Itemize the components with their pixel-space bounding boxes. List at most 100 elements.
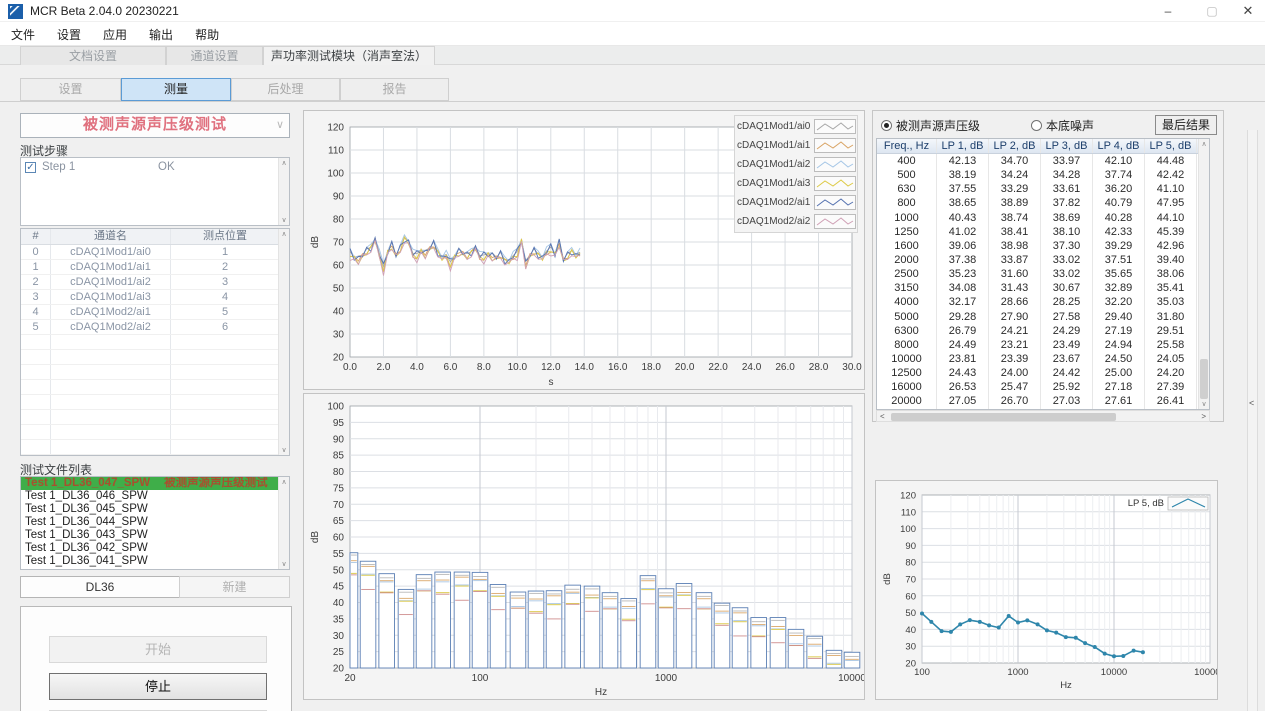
list-item[interactable]: Test 1_DL36_043_SPW bbox=[21, 529, 289, 542]
svg-text:65: 65 bbox=[333, 516, 345, 527]
table-row[interactable]: 500029.2827.9027.5829.4031.80 bbox=[877, 310, 1209, 324]
checkbox-checked-icon[interactable]: ✓ bbox=[25, 162, 36, 173]
table-row[interactable]: 630026.7924.2124.2927.1929.51 bbox=[877, 324, 1209, 338]
legend-entry[interactable]: cDAQ1Mod1/ai0 bbox=[737, 117, 855, 136]
svg-text:4.0: 4.0 bbox=[410, 362, 424, 373]
legend-line-sample bbox=[814, 214, 856, 229]
main-tab-1[interactable]: 通道设置 bbox=[166, 46, 263, 65]
value-cell: 24.42 bbox=[1041, 366, 1093, 380]
scrollbar[interactable]: ∧ ∨ bbox=[278, 477, 289, 569]
cell-position: 5 bbox=[171, 305, 279, 319]
list-item[interactable]: Test 1_DL36_045_SPW bbox=[21, 503, 289, 516]
minimize-button[interactable]: – bbox=[1148, 0, 1188, 22]
table-row[interactable]: 3cDAQ1Mod1/ai34 bbox=[21, 290, 289, 305]
table-row[interactable]: 315034.0831.4330.6732.8935.41 bbox=[877, 281, 1209, 295]
scrollbar-thumb[interactable] bbox=[1200, 359, 1208, 399]
table-row[interactable]: 200037.3833.8733.0237.5139.40 bbox=[877, 253, 1209, 267]
scroll-down-icon[interactable]: ∨ bbox=[279, 560, 289, 568]
menu-4[interactable]: 帮助 bbox=[184, 22, 230, 47]
scrollbar[interactable]: ∧ ∨ bbox=[278, 229, 289, 455]
file-name: Test 1_DL36_043_SPW bbox=[25, 529, 148, 542]
close-button[interactable]: ✕ bbox=[1228, 0, 1265, 22]
scroll-up-icon[interactable]: ∧ bbox=[279, 230, 289, 238]
final-result-button[interactable]: 最后结果 bbox=[1155, 115, 1217, 135]
scroll-down-icon[interactable]: ∨ bbox=[1199, 400, 1209, 408]
value-cell: 23.21 bbox=[989, 338, 1041, 352]
list-item[interactable]: Test 1_DL36_042_SPW bbox=[21, 542, 289, 555]
radio-measured-source[interactable]: 被测声源声压级 bbox=[881, 117, 980, 134]
main-tab-0[interactable]: 文档设置 bbox=[20, 46, 166, 65]
cell bbox=[51, 410, 171, 424]
table-row[interactable]: 0cDAQ1Mod1/ai01 bbox=[21, 245, 289, 260]
table-row[interactable]: 400032.1728.6628.2532.2035.03 bbox=[877, 295, 1209, 309]
list-item[interactable]: Test 1_DL36_046_SPW bbox=[21, 490, 289, 503]
sub-tab-3[interactable]: 报告 bbox=[340, 78, 449, 101]
scroll-right-icon[interactable]: > bbox=[1201, 412, 1206, 421]
table-row[interactable]: 2cDAQ1Mod1/ai23 bbox=[21, 275, 289, 290]
level-table[interactable]: Freq., HzLP 1, dBLP 2, dBLP 3, dBLP 4, d… bbox=[876, 138, 1210, 410]
steps-list[interactable]: ✓Step 1OK ∧ ∨ bbox=[20, 157, 290, 226]
scrollbar-thumb[interactable] bbox=[891, 413, 1116, 421]
scroll-left-icon[interactable]: < bbox=[880, 412, 885, 421]
value-cell: 38.74 bbox=[989, 211, 1041, 225]
table-row[interactable]: 5cDAQ1Mod2/ai26 bbox=[21, 320, 289, 335]
legend-entry[interactable]: cDAQ1Mod2/ai1 bbox=[737, 193, 855, 212]
scrollbar[interactable]: ∧ ∨ bbox=[1198, 139, 1209, 409]
menu-1[interactable]: 设置 bbox=[46, 22, 92, 47]
table-row[interactable]: 63037.5533.2933.6136.2041.10 bbox=[877, 182, 1209, 196]
table-row[interactable]: 1250024.4324.0024.4225.0024.20 bbox=[877, 366, 1209, 380]
table-row[interactable]: 800024.4923.2123.4924.9425.58 bbox=[877, 338, 1209, 352]
table-row[interactable]: 1600026.5325.4725.9227.1827.39 bbox=[877, 380, 1209, 394]
list-item[interactable]: Test 1_DL36_047_SPW被测声源声压级测试 bbox=[21, 477, 289, 490]
svg-text:60: 60 bbox=[333, 533, 345, 544]
collapse-left-icon[interactable]: < bbox=[1249, 398, 1254, 408]
scroll-up-icon[interactable]: ∧ bbox=[279, 478, 289, 486]
sub-tab-0[interactable]: 设置 bbox=[20, 78, 121, 101]
scroll-down-icon[interactable]: ∨ bbox=[279, 216, 289, 224]
table-row[interactable]: 2000027.0526.7027.0327.6126.41 bbox=[877, 394, 1209, 408]
list-item[interactable]: Test 1_DL36_041_SPW bbox=[21, 555, 289, 568]
legend-entry[interactable]: cDAQ1Mod1/ai2 bbox=[737, 155, 855, 174]
test-file-list[interactable]: Test 1_DL36_047_SPW被测声源声压级测试Test 1_DL36_… bbox=[20, 476, 290, 570]
scroll-down-icon[interactable]: ∨ bbox=[279, 446, 289, 454]
col-channel: 通道名 bbox=[51, 229, 171, 244]
svg-text:dB: dB bbox=[882, 573, 893, 585]
maximize-button[interactable]: ▢ bbox=[1192, 0, 1232, 22]
value-cell: 30.67 bbox=[1041, 281, 1093, 295]
menu-2[interactable]: 应用 bbox=[92, 22, 138, 47]
new-file-button[interactable]: 新建 bbox=[179, 576, 290, 598]
sub-tab-1[interactable]: 测量 bbox=[121, 78, 231, 101]
start-button[interactable]: 开始 bbox=[49, 636, 267, 663]
legend-entry[interactable]: cDAQ1Mod1/ai3 bbox=[737, 174, 855, 193]
value-cell: 41.10 bbox=[1145, 182, 1197, 196]
dl36-button[interactable]: DL36 bbox=[20, 576, 180, 598]
table-row[interactable]: 40042.1334.7033.9742.1044.48 bbox=[877, 154, 1209, 168]
list-item[interactable]: Test 1_DL36_044_SPW bbox=[21, 516, 289, 529]
channel-table[interactable]: # 通道名 测点位置 0cDAQ1Mod1/ai011cDAQ1Mod1/ai1… bbox=[20, 228, 290, 456]
table-row[interactable]: 4cDAQ1Mod2/ai15 bbox=[21, 305, 289, 320]
test-type-combobox[interactable]: 被测声源声压级测试 ∨ bbox=[20, 113, 290, 138]
value-cell: 35.65 bbox=[1093, 267, 1145, 281]
menu-3[interactable]: 输出 bbox=[138, 22, 184, 47]
table-row[interactable]: 125041.0238.4138.1042.3345.39 bbox=[877, 225, 1209, 239]
menu-0[interactable]: 文件 bbox=[0, 22, 46, 47]
table-row[interactable]: 250035.2331.6033.0235.6538.06 bbox=[877, 267, 1209, 281]
stop-button[interactable]: 停止 bbox=[49, 673, 267, 700]
step-row[interactable]: ✓Step 1OK bbox=[21, 158, 289, 176]
sub-tab-2[interactable]: 后处理 bbox=[231, 78, 340, 101]
table-row[interactable]: 1000023.8123.3923.6724.5024.05 bbox=[877, 352, 1209, 366]
main-tab-2[interactable]: 声功率测试模块（消声室法） bbox=[263, 46, 435, 66]
table-row[interactable]: 80038.6538.8937.8240.7947.95 bbox=[877, 196, 1209, 210]
legend-entry[interactable]: cDAQ1Mod1/ai1 bbox=[737, 136, 855, 155]
table-row[interactable]: 1cDAQ1Mod1/ai12 bbox=[21, 260, 289, 275]
legend-entry[interactable]: cDAQ1Mod2/ai2 bbox=[737, 212, 855, 231]
radio-background-noise[interactable]: 本底噪声 bbox=[1031, 117, 1094, 134]
table-row[interactable]: 100040.4338.7438.6940.2844.10 bbox=[877, 211, 1209, 225]
panel-splitter[interactable]: < bbox=[1247, 130, 1258, 711]
scrollbar[interactable]: ∧ ∨ bbox=[278, 158, 289, 225]
scroll-up-icon[interactable]: ∧ bbox=[1199, 140, 1209, 148]
scroll-up-icon[interactable]: ∧ bbox=[279, 159, 289, 167]
table-row[interactable]: 160039.0638.9837.3039.2942.96 bbox=[877, 239, 1209, 253]
table-row[interactable]: 50038.1934.2434.2837.7442.42 bbox=[877, 168, 1209, 182]
horizontal-scrollbar[interactable]: < > bbox=[876, 410, 1210, 422]
